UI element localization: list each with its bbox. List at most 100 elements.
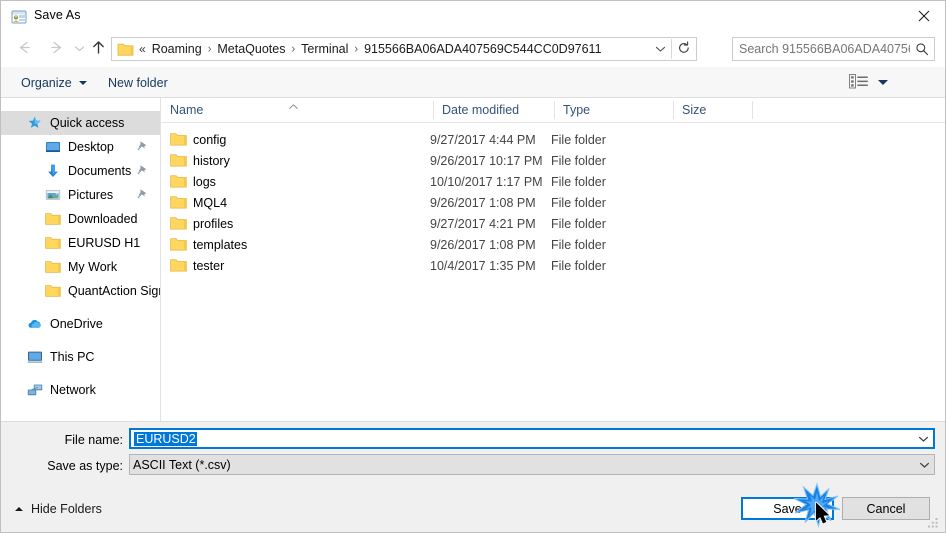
organize-label: Organize [21,75,72,90]
sidebar-item-label: My Work [68,260,118,274]
chevron-down-icon[interactable] [913,435,933,443]
sidebar-item-onedrive[interactable]: OneDrive [1,312,160,336]
hide-folders-button[interactable]: Hide Folders [15,502,102,516]
refresh-button[interactable] [672,38,696,60]
new-folder-button[interactable]: New folder [102,72,174,93]
save-as-type-label: Save as type: [47,459,123,473]
sidebar-item-quick-access[interactable]: Quick access [1,111,160,135]
sidebar-item-desktop[interactable]: Desktop [1,135,160,159]
pin-icon[interactable] [137,140,148,153]
folder-icon [170,132,187,147]
table-row[interactable]: tester 10/4/2017 1:35 PM File folder [161,255,945,276]
folder-icon [45,259,61,275]
table-row[interactable]: templates 9/26/2017 1:08 PM File folder [161,234,945,255]
file-type: File folder [551,237,606,252]
save-as-dialog: Save As « Roaming › MetaQuotes › Termina… [0,0,946,533]
file-name: tester [193,258,225,273]
window-title: Save As [34,8,81,22]
breadcrumb-overflow[interactable]: « [136,42,148,56]
file-date-modified: 9/26/2017 10:17 PM [430,153,543,168]
arrow-right-icon [48,39,65,59]
file-name: templates [193,237,248,252]
up-one-level-button[interactable] [85,36,111,62]
sidebar-item-label: EURUSD H1 [68,236,141,250]
folder-icon [170,195,187,210]
save-button-label: Save [773,501,802,516]
pin-icon[interactable] [137,188,148,201]
sidebar-item-this-pc[interactable]: This PC [1,345,160,369]
desktop-monitor-icon [45,139,61,155]
column-header-name[interactable]: Name [161,98,433,122]
sidebar-item-documents[interactable]: Documents [1,159,160,183]
sidebar-item-eurusd-h1[interactable]: EURUSD H1 [1,231,160,255]
address-dropdown-button[interactable] [649,38,671,60]
onedrive-cloud-icon [27,316,43,332]
table-row[interactable]: config 9/27/2017 4:44 PM File folder [161,129,945,150]
search-input[interactable]: Search 915566BA06ADA40756... [732,37,935,61]
column-header-date-modified[interactable]: Date modified [433,98,554,122]
column-header-label: Size [682,103,707,117]
breadcrumb-item-terminal[interactable]: Terminal [297,40,352,58]
save-as-type-select[interactable]: ASCII Text (*.csv) [129,454,935,475]
chevron-right-icon[interactable]: › [352,42,360,55]
back-button[interactable] [11,36,37,62]
sidebar-item-label: QuantAction Signal [68,284,160,298]
chevron-down-icon[interactable] [914,461,934,469]
arrow-up-icon [90,39,107,59]
sidebar-item-downloaded[interactable]: Downloaded [1,207,160,231]
star-pin-icon [27,115,43,131]
sidebar-item-label: Desktop [68,140,114,154]
save-button[interactable]: Save [741,497,834,520]
save-as-type-value: ASCII Text (*.csv) [133,457,231,472]
file-name-value: EURUSD2 [134,431,913,446]
pin-icon[interactable] [137,164,148,177]
hide-folders-label: Hide Folders [31,502,102,516]
file-name-selected-text: EURUSD2 [134,431,197,446]
breadcrumb-item-terminal-id[interactable]: 915566BA06ADA407569C544CC0D97611 [360,40,605,58]
table-row[interactable]: logs 10/10/2017 1:17 PM File folder [161,171,945,192]
file-date-modified: 9/26/2017 1:08 PM [430,195,536,210]
table-row[interactable]: history 9/26/2017 10:17 PM File folder [161,150,945,171]
file-name: profiles [193,216,234,231]
save-as-app-icon [11,9,27,25]
cancel-button[interactable]: Cancel [842,497,930,520]
save-form: File name: EURUSD2 Save as type: ASCII T… [1,421,945,489]
column-header-label: Name [170,103,204,117]
file-date-modified: 9/27/2017 4:21 PM [430,216,536,231]
column-header-type[interactable]: Type [554,98,673,122]
column-divider[interactable] [752,101,753,119]
organize-button[interactable]: Organize [15,72,93,93]
sidebar-item-my-work[interactable]: My Work [1,255,160,279]
breadcrumb-item-roaming[interactable]: Roaming [148,40,206,58]
close-button[interactable] [901,1,945,31]
chevron-right-icon[interactable]: › [289,42,297,55]
cancel-button-label: Cancel [866,501,906,516]
sidebar-item-label: OneDrive [50,317,103,331]
pictures-image-icon [45,187,61,203]
file-type: File folder [551,153,606,168]
table-row[interactable]: profiles 9/27/2017 4:21 PM File folder [161,213,945,234]
resize-grip-icon[interactable] [927,517,939,529]
breadcrumb-item-metaquotes[interactable]: MetaQuotes [213,40,289,58]
main-content-area: Quick access Desktop Documents Pictures … [1,98,945,421]
sidebar-item-network[interactable]: Network [1,378,160,402]
file-type: File folder [551,258,606,273]
file-name-input[interactable]: EURUSD2 [129,428,935,449]
column-header-size[interactable]: Size [673,98,752,122]
address-bar[interactable]: « Roaming › MetaQuotes › Terminal › 9155… [111,37,697,61]
arrow-left-icon [16,39,33,59]
search-icon [910,38,934,60]
sidebar-item-label: Pictures [68,188,114,202]
column-header-label: Date modified [442,103,520,117]
change-view-button[interactable] [849,72,895,93]
file-name-label: File name: [64,433,123,447]
sidebar-item-quantaction-signal[interactable]: QuantAction Signal [1,279,160,303]
forward-button[interactable] [43,36,69,62]
chevron-right-icon[interactable]: › [206,42,214,55]
view-layout-icon [849,73,869,92]
table-row[interactable]: MQL4 9/26/2017 1:08 PM File folder [161,192,945,213]
folder-icon [170,153,187,168]
network-icon [27,382,43,398]
sidebar-item-pictures[interactable]: Pictures [1,183,160,207]
